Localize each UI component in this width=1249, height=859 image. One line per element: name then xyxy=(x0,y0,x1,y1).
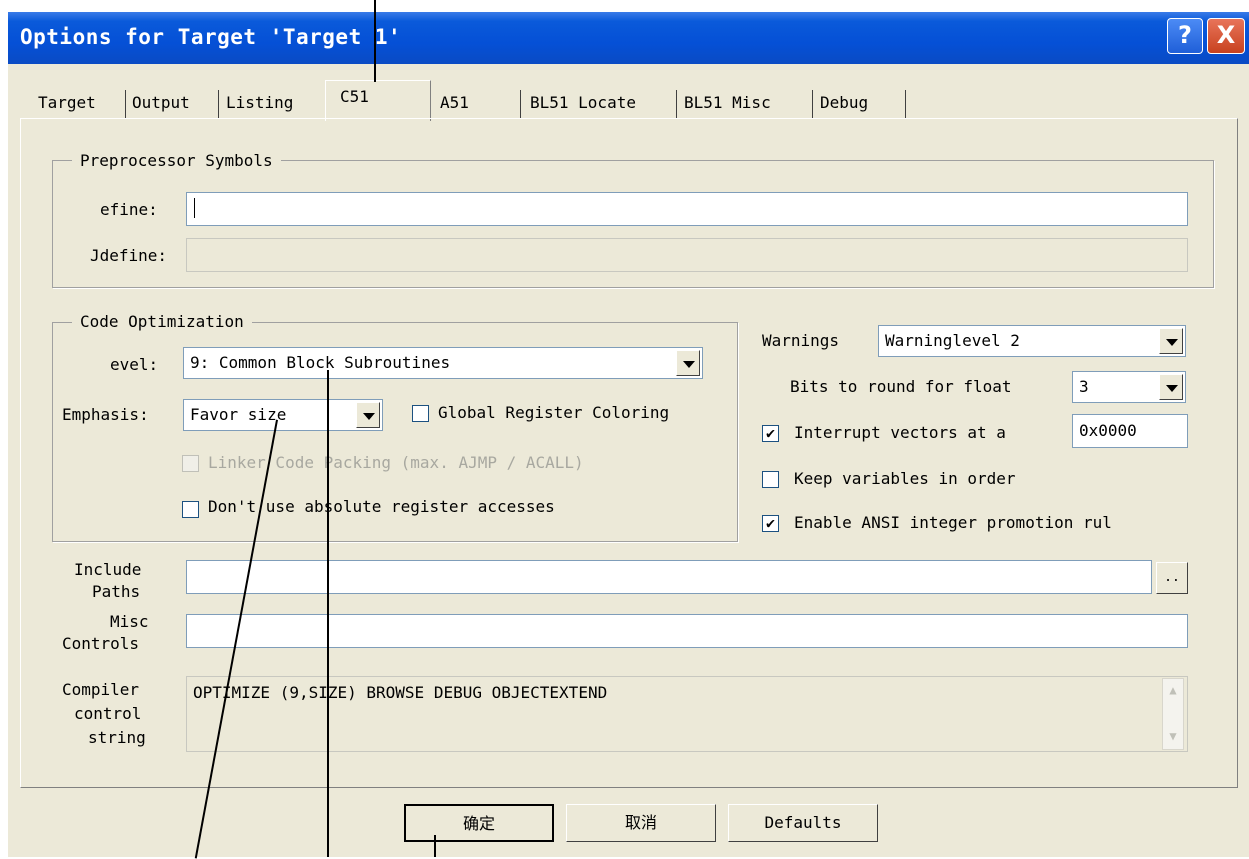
ok-button[interactable]: 确定 xyxy=(404,804,554,842)
interrupt-vectors-checkbox[interactable]: ✔ xyxy=(762,425,779,442)
annotation-line xyxy=(374,0,376,82)
level-value: 9: Common Block Subroutines xyxy=(190,353,451,372)
tab-debug[interactable]: Debug xyxy=(820,88,868,118)
tab-separator xyxy=(812,90,813,118)
undefine-label: Jdefine: xyxy=(90,246,168,265)
compiler-label: Compiler xyxy=(62,680,140,699)
bits-round-value: 3 xyxy=(1079,377,1089,396)
chevron-down-icon[interactable] xyxy=(1159,328,1183,354)
global-register-label: Global Register Coloring xyxy=(438,403,670,422)
cancel-button[interactable]: 取消 xyxy=(566,804,716,842)
bits-round-select[interactable]: 3 xyxy=(1072,371,1186,403)
paths-label: Paths xyxy=(92,582,141,601)
window-title: Options for Target 'Target 1' xyxy=(20,25,402,49)
control-label: control xyxy=(74,704,142,723)
level-select[interactable]: 9: Common Block Subroutines xyxy=(183,347,703,379)
undefine-input[interactable] xyxy=(186,238,1188,272)
ansi-promotion-checkbox[interactable]: ✔ xyxy=(762,515,779,532)
tab-bl51-locate[interactable]: BL51 Locate xyxy=(530,88,636,118)
interrupt-vectors-label: Interrupt vectors at a xyxy=(794,423,1006,442)
include-paths-input[interactable] xyxy=(186,560,1152,594)
tab-separator xyxy=(520,90,521,118)
help-button[interactable]: ? xyxy=(1167,18,1203,54)
misc-controls-input[interactable] xyxy=(186,614,1188,648)
compiler-scrollbar[interactable]: ▲ ▼ xyxy=(1162,678,1184,750)
chevron-down-icon[interactable] xyxy=(676,350,700,376)
preprocessor-legend: Preprocessor Symbols xyxy=(72,151,281,170)
ansi-promotion-label: Enable ANSI integer promotion rul xyxy=(794,513,1112,532)
close-button[interactable]: X xyxy=(1207,18,1245,54)
tab-separator xyxy=(125,90,126,118)
code-optimization-legend: Code Optimization xyxy=(72,312,252,331)
tab-output[interactable]: Output xyxy=(132,88,190,118)
tab-a51[interactable]: A51 xyxy=(440,88,469,118)
emphasis-select[interactable]: Favor size xyxy=(183,399,383,431)
controls-label: Controls xyxy=(62,634,140,653)
tab-separator xyxy=(905,90,906,118)
tab-c51[interactable]: C51 xyxy=(340,82,369,112)
emphasis-value: Favor size xyxy=(190,405,287,424)
define-label: efine: xyxy=(100,200,158,219)
absolute-register-checkbox[interactable] xyxy=(182,501,199,518)
bits-round-label: Bits to round for float xyxy=(790,377,1012,396)
tab-separator xyxy=(218,90,219,118)
warnings-value: Warninglevel 2 xyxy=(885,331,1020,350)
annotation-line xyxy=(434,835,436,857)
text-cursor xyxy=(194,198,195,218)
keep-variables-label: Keep variables in order xyxy=(794,469,1016,488)
browse-button[interactable]: .. xyxy=(1156,562,1188,594)
linker-code-packing-label: Linker Code Packing (max. AJMP / ACALL) xyxy=(208,453,584,472)
scroll-up-icon[interactable]: ▲ xyxy=(1163,679,1183,703)
compiler-control-string: OPTIMIZE (9,SIZE) BROWSE DEBUG OBJECTEXT… xyxy=(186,676,1188,752)
warnings-select[interactable]: Warninglevel 2 xyxy=(878,325,1186,357)
global-register-checkbox[interactable] xyxy=(412,405,429,422)
misc-label: Misc xyxy=(110,612,149,631)
interrupt-vectors-input[interactable]: 0x0000 xyxy=(1072,414,1188,448)
define-input[interactable] xyxy=(186,192,1188,226)
tab-separator xyxy=(676,90,677,118)
tab-listing[interactable]: Listing xyxy=(226,88,293,118)
chevron-down-icon[interactable] xyxy=(356,402,380,428)
chevron-down-icon[interactable] xyxy=(1159,374,1183,400)
scroll-down-icon[interactable]: ▼ xyxy=(1163,725,1183,749)
tab-bl51-misc[interactable]: BL51 Misc xyxy=(684,88,771,118)
tab-target[interactable]: Target xyxy=(38,88,96,118)
include-label: Include xyxy=(74,560,142,579)
annotation-line xyxy=(327,370,329,857)
keep-variables-checkbox[interactable] xyxy=(762,471,779,488)
linker-code-packing-checkbox[interactable] xyxy=(182,455,199,472)
string-label: string xyxy=(88,728,146,747)
warnings-label: Warnings xyxy=(762,331,840,350)
defaults-button[interactable]: Defaults xyxy=(728,804,878,842)
emphasis-label: Emphasis: xyxy=(62,405,149,424)
level-label: evel: xyxy=(110,355,159,374)
